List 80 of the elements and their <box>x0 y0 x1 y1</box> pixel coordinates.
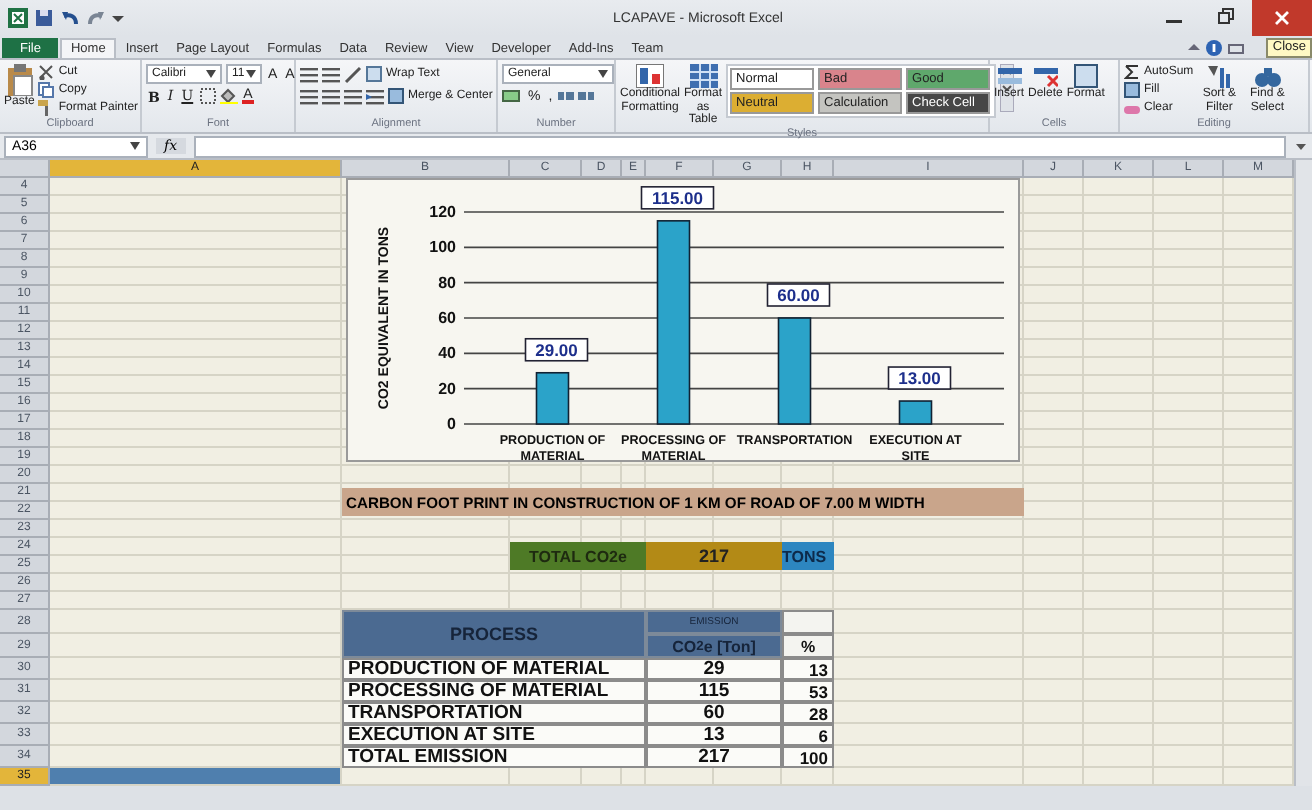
chart-bar <box>777 317 812 425</box>
spreadsheet-icon[interactable] <box>8 8 28 28</box>
caret-icon[interactable] <box>1188 42 1200 54</box>
align-icon[interactable] <box>300 65 318 83</box>
table-cell: EXECUTION AT SITE <box>342 724 646 746</box>
table-cell: PRODUCTION OF MATERIAL <box>342 658 646 680</box>
axis-tick-label: 20 <box>438 379 456 398</box>
formula-input[interactable] <box>193 135 1286 157</box>
chart-bar <box>898 400 933 425</box>
axis-tick-label: 40 <box>438 344 456 363</box>
fill-color-icon[interactable] <box>219 88 238 104</box>
indent-icon[interactable] <box>366 87 384 105</box>
clipboard-icon <box>5 64 34 96</box>
table-cell: 115 <box>646 680 782 702</box>
table-cell: 13 <box>646 724 782 746</box>
table-cell: 13 <box>782 658 834 680</box>
caret-icon[interactable] <box>206 70 216 78</box>
value-label: 60.00 <box>766 283 831 307</box>
value-label: 13.00 <box>887 366 952 390</box>
currency-icon[interactable] <box>502 88 522 104</box>
align-icon[interactable] <box>344 87 362 105</box>
undo-icon[interactable] <box>60 8 80 28</box>
table-header: % <box>782 634 834 658</box>
axis-tick-label: 120 <box>429 203 456 221</box>
sort-filter-icon <box>1205 64 1234 88</box>
chart-bar <box>535 371 570 425</box>
table-cell: TRANSPORTATION <box>342 702 646 724</box>
sum-icon <box>1124 64 1140 80</box>
total-unit: TONS <box>782 542 834 570</box>
table-cell: TOTAL EMISSION <box>342 746 646 768</box>
help-icon[interactable] <box>1206 40 1222 56</box>
table-cell: 53 <box>782 680 834 702</box>
axis-tick-label: 0 <box>447 415 456 433</box>
expand-icon[interactable] <box>1294 139 1308 153</box>
table-cell: PROCESSING OF MATERIAL <box>342 680 646 702</box>
caret-icon[interactable] <box>246 70 256 78</box>
window-icon[interactable] <box>1228 40 1244 56</box>
caret-icon[interactable] <box>130 142 140 150</box>
table-cell: 6 <box>782 724 834 746</box>
fill-icon <box>1124 82 1140 98</box>
delete-cells-icon <box>1033 64 1058 88</box>
total-label: TOTAL CO2e <box>510 542 646 570</box>
table-cell: 29 <box>646 658 782 680</box>
caret-icon[interactable] <box>598 70 608 78</box>
binoculars-icon <box>1253 64 1282 88</box>
table-cell: 100 <box>782 746 834 768</box>
table-icon <box>689 64 717 88</box>
selected-cell[interactable] <box>50 768 342 786</box>
decimal-icon[interactable] <box>558 88 575 104</box>
align-icon[interactable] <box>322 65 340 83</box>
axis-tick-label: 60 <box>438 309 456 327</box>
conditional-format-icon <box>636 64 664 88</box>
scissors-icon <box>38 64 55 80</box>
decimal-icon[interactable] <box>578 88 595 104</box>
align-icon[interactable] <box>322 87 340 105</box>
orientation-icon[interactable] <box>344 65 362 83</box>
close-icon <box>1274 10 1290 26</box>
table-cell <box>782 610 834 634</box>
merge-icon <box>388 88 404 104</box>
align-icon[interactable] <box>300 87 318 105</box>
total-value: 217 <box>646 542 782 570</box>
value-label: 115.00 <box>640 186 715 210</box>
copy-icon <box>38 82 55 98</box>
table-header: PROCESS <box>342 610 646 658</box>
restore-icon <box>1218 8 1234 24</box>
vertical-scrollbar[interactable] <box>1294 160 1312 786</box>
axis-tick-label: 80 <box>438 273 456 292</box>
format-cells-icon <box>1073 64 1098 88</box>
close-button[interactable] <box>1252 0 1312 36</box>
borders-icon[interactable] <box>199 88 216 104</box>
wrap-icon <box>366 66 382 82</box>
axis-tick-label: 100 <box>429 238 456 257</box>
table-cell: 28 <box>782 702 834 724</box>
value-label: 29.00 <box>524 337 589 362</box>
save-icon[interactable] <box>34 8 54 28</box>
table-cell: 60 <box>646 702 782 724</box>
eraser-icon <box>1124 100 1140 116</box>
caret-icon[interactable] <box>112 12 124 24</box>
table-cell: 217 <box>646 746 782 768</box>
insert-cells-icon <box>997 64 1021 88</box>
